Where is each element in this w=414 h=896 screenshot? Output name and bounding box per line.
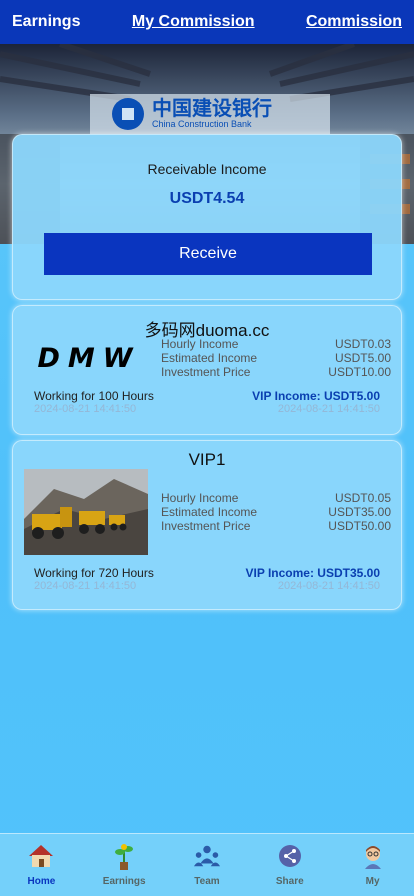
row-label: Investment Price: [161, 519, 251, 533]
top-bar: Earnings My Commission Commission: [0, 0, 414, 44]
bank-logo-icon: [112, 98, 144, 130]
start-date: 2024-08-21 14:41:50: [34, 403, 137, 415]
bottom-nav: Home Earnings Team Share My: [0, 833, 414, 896]
row-label: Hourly Income: [161, 491, 239, 505]
nav-share[interactable]: Share: [255, 842, 325, 887]
team-icon: [193, 842, 221, 870]
nav-label: Share: [275, 876, 304, 887]
row-value: USDT50.00: [328, 519, 391, 533]
bank-logo-en: China Construction Bank: [152, 119, 252, 129]
row-label: Estimated Income: [161, 351, 258, 365]
row-value: USDT5.00: [334, 351, 391, 365]
nav-label: Earnings: [102, 876, 146, 887]
row-value: USDT0.05: [334, 491, 391, 505]
share-icon: [276, 842, 304, 870]
receivable-income-card: Receivable Income USDT4.54 Receive: [12, 134, 402, 300]
product-name: VIP1: [188, 450, 226, 469]
receive-button[interactable]: Receive: [44, 233, 372, 275]
row-value: USDT0.03: [334, 337, 391, 351]
estimated-income-row: Estimated Income USDT35.00: [161, 505, 391, 519]
start-date: 2024-08-21 14:41:50: [34, 580, 137, 592]
product-card[interactable]: VIP1 Hourly Income USDT0.05 Estimated In…: [12, 440, 402, 610]
working-hours: Working for 720 Hours: [34, 566, 154, 580]
estimated-income-row: Estimated Income USDT5.00: [161, 351, 391, 365]
nav-team[interactable]: Team: [172, 842, 242, 887]
row-label: Investment Price: [161, 365, 251, 379]
mining-truck-image: [24, 469, 148, 555]
row-value: USDT35.00: [328, 505, 391, 519]
dmw-logo: DMW: [37, 342, 141, 374]
end-date: 2024-08-21 14:41:50: [277, 403, 380, 415]
earnings-link[interactable]: Earnings: [12, 13, 80, 31]
investment-price-row: Investment Price USDT50.00: [161, 519, 391, 533]
investment-price-row: Investment Price USDT10.00: [161, 365, 391, 379]
nav-label: My: [365, 876, 380, 887]
nav-earnings[interactable]: Earnings: [89, 842, 159, 887]
receivable-income-title: Receivable Income: [147, 161, 267, 177]
commission-link[interactable]: Commission: [306, 13, 402, 31]
bank-logo: 中国建设银行 China Construction Bank: [112, 98, 272, 130]
avatar-icon: [359, 842, 387, 870]
row-label: Estimated Income: [161, 505, 258, 519]
vip-income: VIP Income: USDT5.00: [252, 389, 380, 403]
nav-home[interactable]: Home: [6, 842, 76, 887]
nav-label: Home: [27, 876, 56, 887]
nav-my[interactable]: My: [338, 842, 408, 887]
end-date: 2024-08-21 14:41:50: [277, 580, 380, 592]
bank-logo-cn: 中国建设银行: [152, 98, 272, 120]
nav-label: Team: [194, 876, 220, 887]
hourly-income-row: Hourly Income USDT0.03: [161, 337, 391, 351]
working-hours: Working for 100 Hours: [34, 389, 154, 403]
home-icon: [27, 842, 55, 870]
product-card[interactable]: 多码网duoma.cc DMW Hourly Income USDT0.03 E…: [12, 305, 402, 435]
receivable-income-amount: USDT4.54: [169, 190, 245, 207]
row-value: USDT10.00: [328, 365, 391, 379]
row-label: Hourly Income: [161, 337, 239, 351]
product-thumbnail: DMW: [24, 336, 154, 380]
plant-icon: [110, 842, 138, 870]
my-commission-link[interactable]: My Commission: [132, 13, 255, 31]
vip-income: VIP Income: USDT35.00: [245, 566, 381, 580]
hourly-income-row: Hourly Income USDT0.05: [161, 491, 391, 505]
